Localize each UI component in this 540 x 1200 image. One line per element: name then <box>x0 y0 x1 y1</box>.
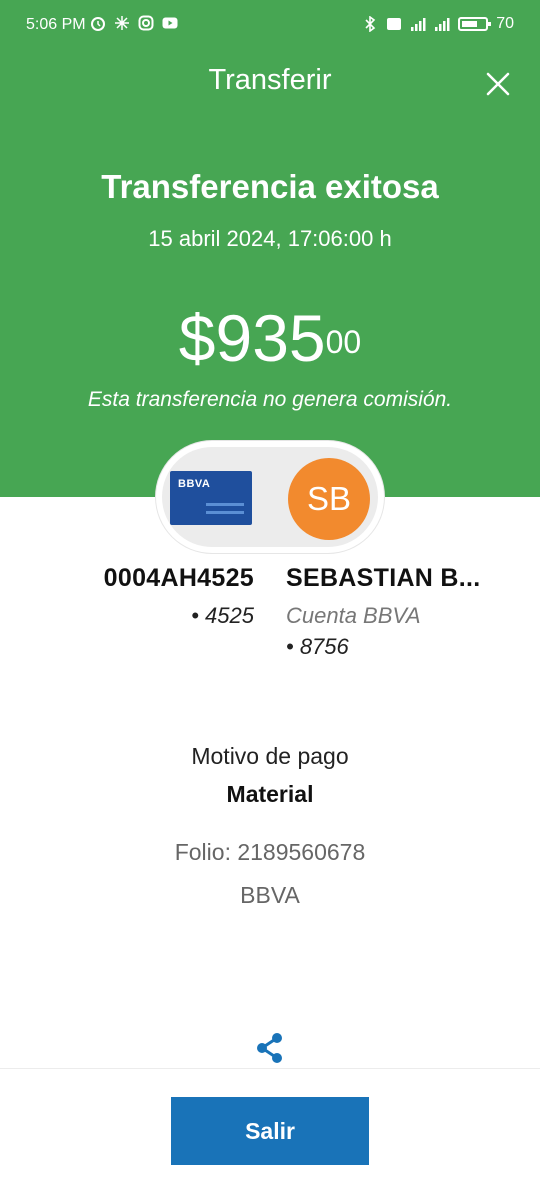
volte-icon <box>387 18 402 30</box>
battery-tip <box>488 22 492 26</box>
close-icon[interactable] <box>485 71 511 97</box>
status-icons-right: 70 <box>362 15 514 33</box>
page-title: Transferir <box>208 64 332 96</box>
battery-level-fill <box>462 21 478 27</box>
card-brand: BBVA <box>178 478 211 490</box>
status-time: 5:06 PM <box>26 16 86 33</box>
bank-name: BBVA <box>240 882 300 908</box>
bluetooth-icon <box>365 16 376 32</box>
recipient-avatar: SB <box>288 458 370 540</box>
battery-percent: 70 <box>496 15 514 32</box>
payment-reason-value: Material <box>226 781 314 807</box>
card-stripe <box>206 503 244 506</box>
status-bar: 5:06 PM 70 <box>0 0 540 52</box>
amount-main: $935 <box>178 301 326 375</box>
folio-number: Folio: 2189560678 <box>174 839 366 865</box>
youtube-icon <box>162 17 178 29</box>
status-icons-left <box>90 15 178 31</box>
card-stripe <box>206 511 244 514</box>
pinwheel-icon <box>115 16 129 30</box>
alarm-icon <box>91 17 105 31</box>
transfer-amount: $93500 <box>0 298 540 378</box>
amount-cents: 00 <box>325 324 362 360</box>
recipient-last-digits: • 8756 <box>286 634 349 659</box>
instagram-icon <box>138 15 154 31</box>
commission-note: Esta transferencia no genera comisión. <box>87 388 453 411</box>
close-button[interactable] <box>478 66 518 102</box>
recipient-account-type: Cuenta BBVA <box>286 603 421 628</box>
signal-icon <box>411 18 426 31</box>
battery-icon <box>458 17 492 31</box>
exit-button[interactable]: Salir <box>171 1097 369 1165</box>
source-account: 0004AH4525 <box>103 564 254 592</box>
bbva-card-icon: BBVA <box>170 471 252 525</box>
transfer-date: 15 abril 2024, 17:06:00 h <box>148 226 392 251</box>
signal-icon <box>435 18 450 31</box>
recipient-name: SEBASTIAN B... <box>286 564 481 592</box>
source-last-digits: • 4525 <box>191 603 254 628</box>
success-title: Transferencia exitosa <box>101 168 439 205</box>
footer-divider <box>0 1068 540 1069</box>
payment-reason-label: Motivo de pago <box>191 743 349 769</box>
share-icon[interactable] <box>253 1031 287 1065</box>
